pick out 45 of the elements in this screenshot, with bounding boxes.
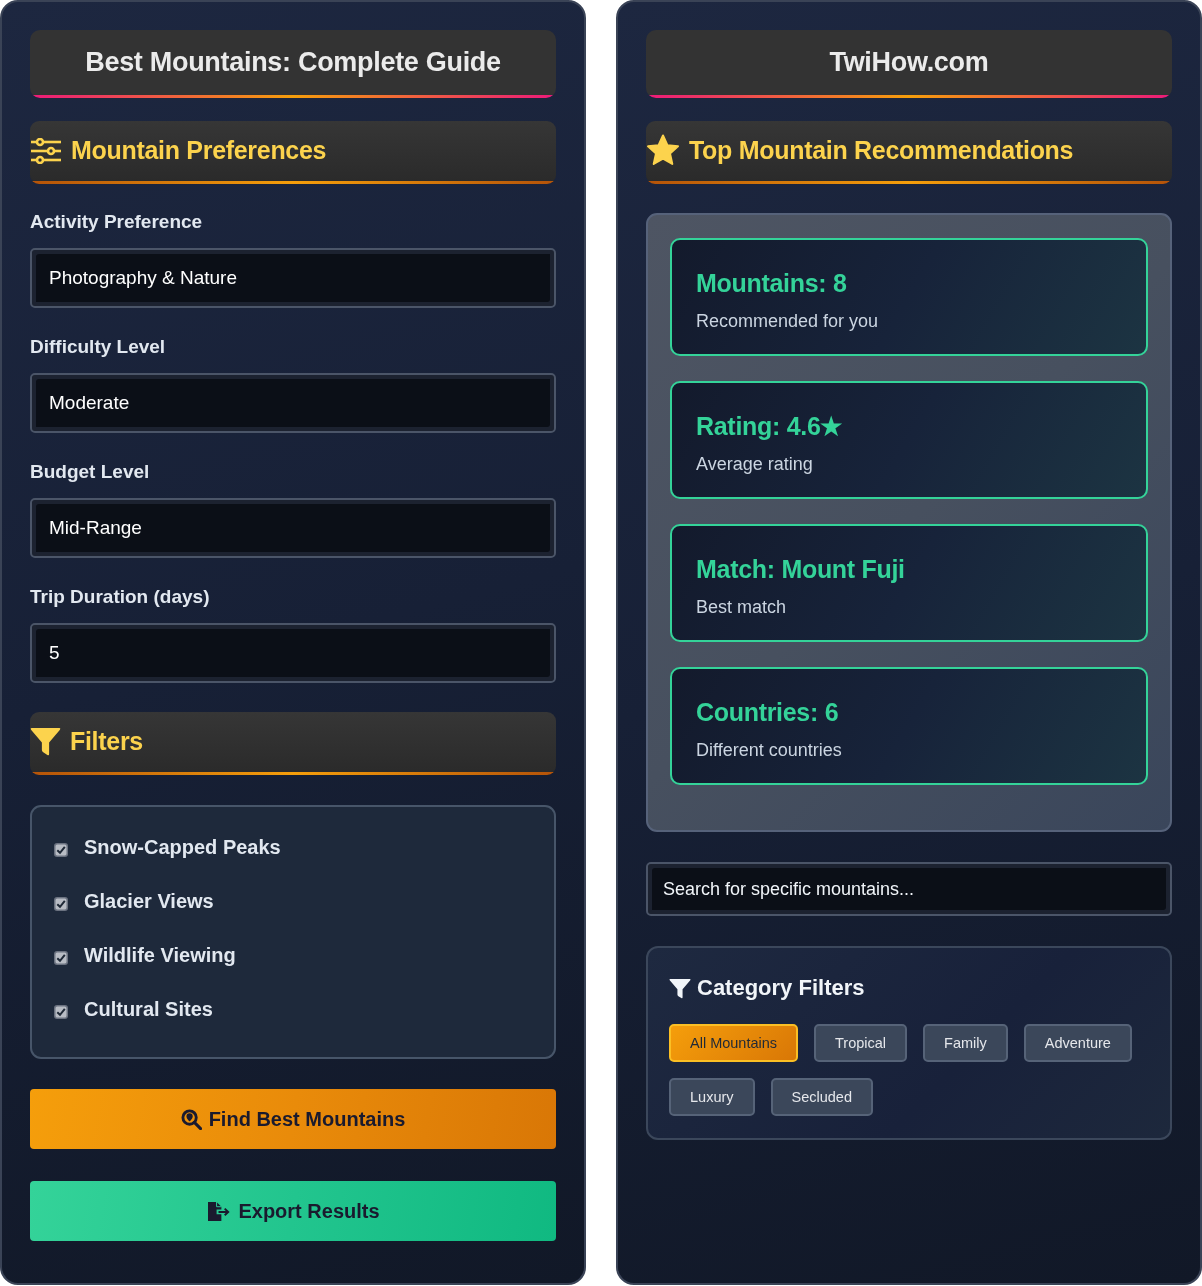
field-label: Trip Duration (days)	[30, 585, 211, 609]
option-label: Cultural Sites	[84, 997, 213, 1021]
stat-caption: Average rating	[696, 453, 814, 475]
field-label: Activity Preference	[30, 210, 204, 234]
checkbox[interactable]	[54, 897, 68, 911]
filter-chip[interactable]: Tropical	[814, 1024, 908, 1062]
field-label: Budget Level	[30, 460, 151, 484]
checkbox[interactable]	[54, 1005, 68, 1019]
sliders-icon	[30, 137, 62, 164]
search-icon	[180, 1108, 202, 1130]
stat-caption: Different countries	[696, 739, 843, 761]
stat-value: Countries: 6	[696, 697, 840, 727]
input-field[interactable]: Photography & Nature	[30, 248, 556, 308]
action-button[interactable]: Find Best Mountains	[30, 1089, 556, 1149]
filter-chip[interactable]: Secluded	[770, 1078, 873, 1116]
funnel-icon	[669, 977, 691, 999]
stat-value: Match: Mount Fuji	[696, 554, 906, 584]
input-field[interactable]: Mid-Range	[30, 498, 556, 558]
option-label: Glacier Views	[84, 889, 214, 913]
stat-value: Mountains: 8	[696, 268, 848, 298]
section-title: Top Mountain Recommendations	[689, 136, 1074, 165]
category-title: Category Filters	[697, 975, 865, 1001]
site-title: TwiHow.com	[829, 47, 989, 78]
checkbox[interactable]	[54, 843, 68, 857]
action-button[interactable]: Export Results	[30, 1181, 556, 1241]
field-label: Difficulty Level	[30, 335, 167, 359]
option-label: Wildlife Viewing	[84, 943, 236, 967]
checkbox[interactable]	[54, 951, 68, 965]
option-label: Snow-Capped Peaks	[84, 835, 281, 859]
input-field[interactable]: 5	[30, 623, 556, 683]
filter-chip[interactable]: Family	[923, 1024, 1008, 1062]
search-field[interactable]: Search for specific mountains...	[646, 862, 1172, 916]
section-title: Filters	[70, 727, 143, 756]
funnel-icon	[30, 727, 61, 756]
page-title: Best Mountains: Complete Guide	[85, 47, 501, 78]
file-export-icon	[206, 1200, 232, 1222]
filter-chip[interactable]: Luxury	[669, 1078, 755, 1116]
filter-chip[interactable]: All Mountains	[669, 1024, 799, 1062]
stat-value: Rating: 4.6★	[696, 411, 844, 441]
stat-caption: Recommended for you	[696, 310, 880, 332]
star-icon	[646, 134, 680, 167]
filter-chip[interactable]: Adventure	[1023, 1024, 1132, 1062]
input-field[interactable]: Moderate	[30, 373, 556, 433]
stat-caption: Best match	[696, 596, 788, 618]
section-title: Mountain Preferences	[71, 136, 327, 165]
